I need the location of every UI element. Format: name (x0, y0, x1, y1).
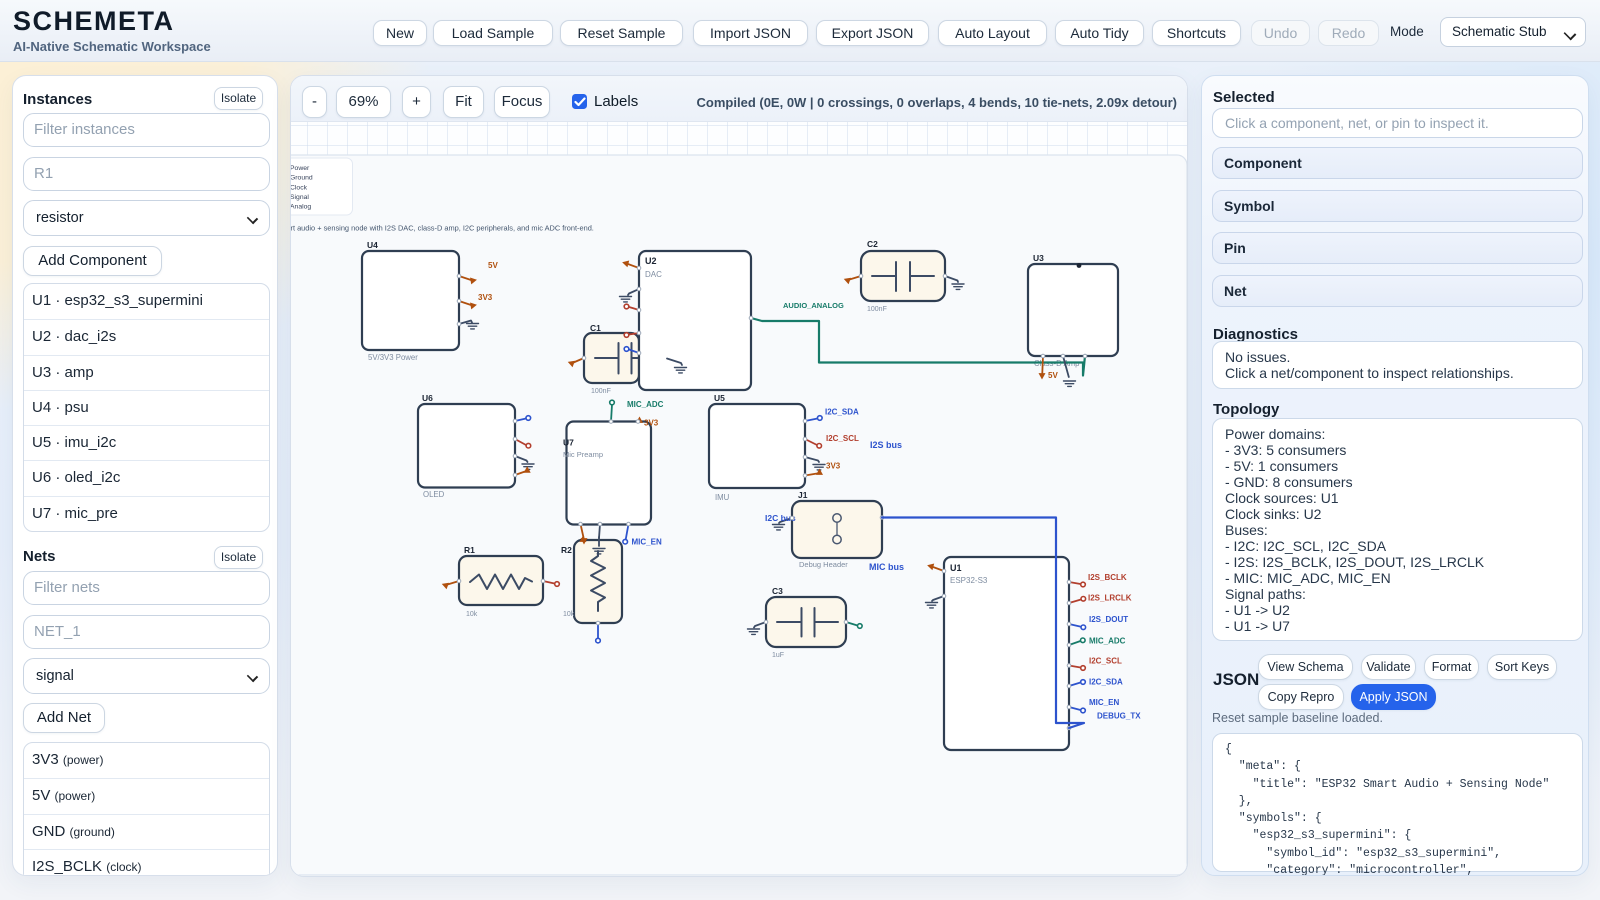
svg-text:5V: 5V (488, 261, 498, 270)
svg-text:I2C_SCL: I2C_SCL (826, 434, 859, 443)
svg-text:I2S_DOUT: I2S_DOUT (1089, 615, 1128, 624)
svg-text:Signal: Signal (291, 194, 309, 201)
svg-text:MIC_EN: MIC_EN (1089, 698, 1119, 707)
svg-text:5V: 5V (1048, 371, 1058, 380)
svg-text:U2: U2 (645, 256, 657, 266)
svg-text:DEBUG_TX: DEBUG_TX (1097, 712, 1141, 721)
svg-text:I2S_LRCLK: I2S_LRCLK (1088, 594, 1132, 603)
svg-text:J1: J1 (798, 490, 808, 500)
svg-text:Ground: Ground (291, 175, 313, 182)
svg-text:C1: C1 (590, 323, 601, 333)
svg-text:1uF: 1uF (772, 652, 784, 659)
svg-text:U5: U5 (714, 393, 725, 403)
svg-text:U3: U3 (1033, 253, 1044, 263)
svg-text:MIC_ADC: MIC_ADC (1089, 637, 1126, 646)
svg-text:3V3: 3V3 (644, 419, 659, 428)
svg-text:I2S_BCLK: I2S_BCLK (1088, 573, 1127, 582)
svg-text:Clock: Clock (291, 184, 308, 191)
svg-text:R2: R2 (561, 545, 572, 555)
svg-text:Mic Preamp: Mic Preamp (563, 450, 603, 459)
svg-text:R1: R1 (464, 545, 475, 555)
svg-text:U6: U6 (422, 393, 433, 403)
svg-text:Analog: Analog (291, 204, 311, 211)
svg-text:10k: 10k (563, 611, 575, 618)
svg-text:ESP32-S3: ESP32-S3 (950, 576, 988, 585)
svg-text:5V/3V3 Power: 5V/3V3 Power (368, 353, 418, 362)
svg-text:OLED: OLED (423, 490, 445, 499)
svg-text:DAC: DAC (645, 270, 662, 279)
svg-text:MIC bus: MIC bus (869, 562, 904, 572)
svg-text:I2C_SDA: I2C_SDA (1089, 678, 1123, 687)
svg-text:U4: U4 (367, 240, 378, 250)
svg-text:3V3: 3V3 (478, 293, 493, 302)
svg-text:C2: C2 (867, 239, 878, 249)
svg-text:rt audio + sensing node with I: rt audio + sensing node with I2S DAC, cl… (291, 224, 594, 233)
svg-text:100nF: 100nF (867, 306, 887, 313)
svg-text:IMU: IMU (715, 493, 730, 502)
svg-text:MIC_ADC: MIC_ADC (627, 400, 664, 409)
svg-text:I2C_SDA: I2C_SDA (825, 408, 859, 417)
svg-text:3V3: 3V3 (826, 462, 841, 471)
svg-text:100nF: 100nF (591, 388, 611, 395)
svg-text:I2S bus: I2S bus (870, 440, 902, 450)
svg-text:C3: C3 (772, 586, 783, 596)
svg-text:10k: 10k (466, 611, 478, 618)
svg-text:Debug Header: Debug Header (799, 560, 848, 569)
svg-text:MIC_EN: MIC_EN (632, 538, 662, 547)
svg-text:I2C_SCL: I2C_SCL (1089, 657, 1122, 666)
svg-text:Power: Power (291, 165, 310, 172)
svg-text:U7: U7 (563, 438, 574, 448)
svg-text:U1: U1 (950, 563, 962, 573)
svg-text:AUDIO_ANALOG: AUDIO_ANALOG (783, 301, 844, 310)
